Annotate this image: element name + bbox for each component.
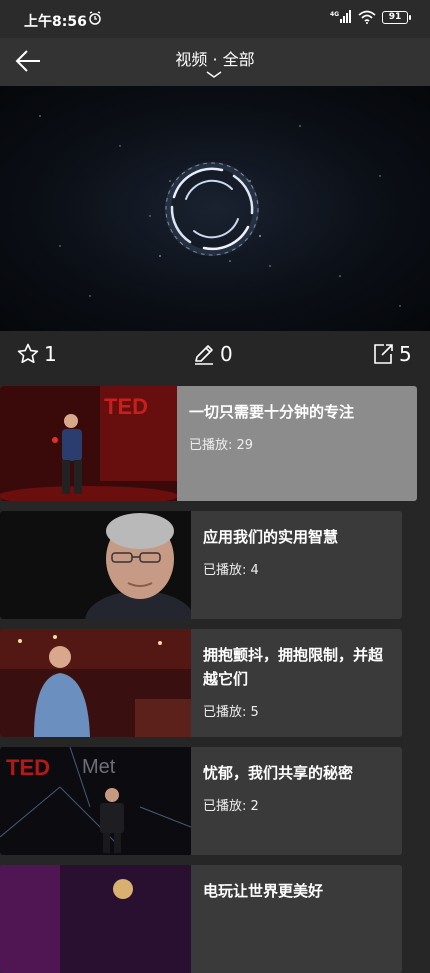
favorite-count: 1 <box>44 342 57 366</box>
video-thumbnail: TED <box>0 386 177 501</box>
video-thumbnail <box>0 629 191 737</box>
play-count: 已播放: 2 <box>203 799 259 814</box>
video-thumbnail <box>0 511 191 619</box>
network-type: 4G <box>330 11 339 18</box>
share-count: 5 <box>399 342 412 366</box>
status-bar: 上午8:56 4G 91 <box>0 0 430 38</box>
action-bar: 1 0 5 <box>0 331 430 381</box>
video-title: 拥抱颤抖，拥抱限制，并超越它们 <box>203 646 384 688</box>
star-icon <box>17 343 39 364</box>
favorite-button[interactable]: 1 <box>16 342 57 366</box>
card-info: 忧郁，我们共享的秘密 已播放: 2 <box>191 747 402 855</box>
play-count: 已播放: 4 <box>203 563 259 578</box>
list-item[interactable]: 应用我们的实用智慧 已播放: 4 <box>0 511 402 619</box>
card-info: 拥抱颤抖，拥抱限制，并超越它们 已播放: 5 <box>191 629 402 737</box>
play-count: 已播放: 29 <box>189 438 254 453</box>
ted-logo-text: TED <box>104 394 148 419</box>
share-button[interactable]: 5 <box>371 342 412 366</box>
ted-logo-text: TED <box>6 755 50 780</box>
header: 视频 · 全部 <box>0 38 430 86</box>
list-item[interactable]: 电玩让世界更美好 <box>0 865 402 973</box>
page-title[interactable]: 视频 · 全部 <box>0 46 430 70</box>
card-info: 电玩让世界更美好 <box>191 865 402 973</box>
video-thumbnail <box>0 865 191 973</box>
thumbnail-background-text: Met <box>82 756 116 778</box>
wifi-icon <box>358 10 376 24</box>
list-item[interactable]: 拥抱颤抖，拥抱限制，并超越它们 已播放: 5 <box>0 629 402 737</box>
alarm-icon <box>89 11 101 25</box>
battery-icon: 91 <box>382 10 411 24</box>
list-item[interactable]: TED Met 忧郁，我们共享的秘密 已播放: 2 <box>0 747 402 855</box>
video-thumbnail: TED Met <box>0 747 191 855</box>
video-frame <box>39 115 401 307</box>
video-title: 忧郁，我们共享的秘密 <box>203 764 354 782</box>
comment-button[interactable]: 0 <box>192 342 233 366</box>
comment-count: 0 <box>220 342 233 366</box>
pencil-icon <box>195 345 213 365</box>
status-time: 上午8:56 <box>24 14 87 30</box>
video-title: 电玩让世界更美好 <box>203 882 324 900</box>
card-info: 一切只需要十分钟的专注 已播放: 29 <box>177 386 417 501</box>
video-title: 一切只需要十分钟的专注 <box>189 403 355 421</box>
share-icon <box>374 344 393 364</box>
list-item[interactable]: TED 一切只需要十分钟的专注 已播放: 29 <box>0 386 417 501</box>
play-count: 已播放: 5 <box>203 705 259 720</box>
video-player[interactable] <box>0 86 430 331</box>
card-info: 应用我们的实用智慧 已播放: 4 <box>191 511 402 619</box>
chevron-down-icon[interactable] <box>205 69 223 79</box>
status-icons: 4G 91 <box>330 10 411 24</box>
video-title: 应用我们的实用智慧 <box>203 528 339 546</box>
signal-icon: 4G <box>330 10 351 23</box>
